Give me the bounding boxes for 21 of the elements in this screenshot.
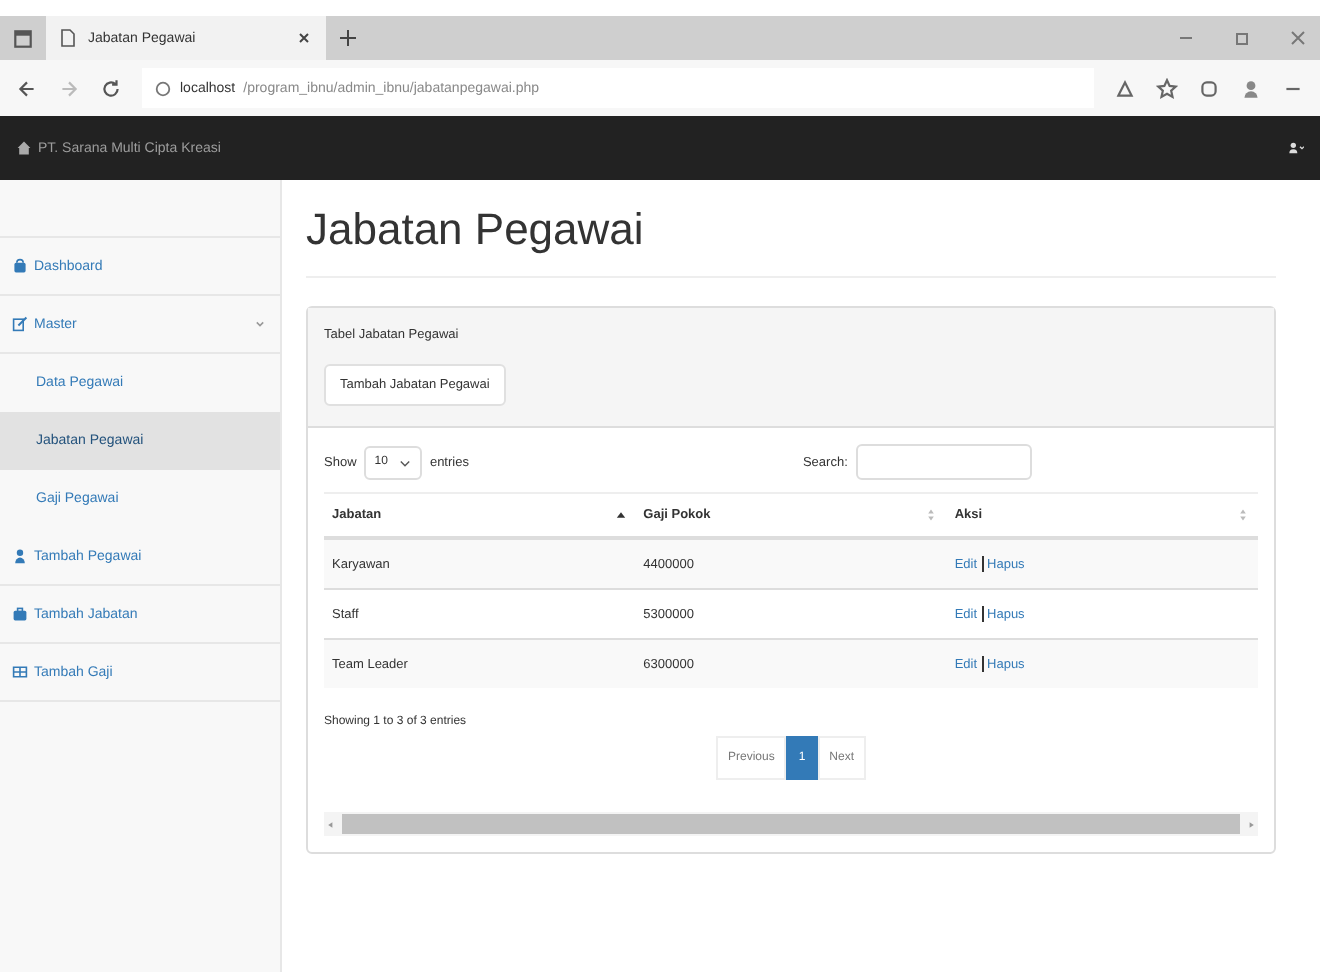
search-field[interactable] [855,444,1032,480]
user-icon [12,548,28,564]
restore-icon[interactable] [1232,28,1252,48]
briefcase-icon [12,606,28,622]
refresh-icon[interactable] [100,77,122,99]
tab-list-icon[interactable] [12,27,34,49]
home-icon [16,140,32,156]
scroll-left-icon[interactable] [324,817,338,831]
page-icon [58,28,78,48]
back-icon[interactable] [16,77,38,99]
close-icon[interactable] [294,28,314,48]
user-icon[interactable] [1288,140,1304,156]
horizontal-scrollbar[interactable] [324,812,1258,836]
star-icon[interactable] [1156,77,1178,99]
new-tab-icon[interactable] [338,28,358,48]
scroll-right-icon[interactable] [1244,817,1258,831]
profile-icon[interactable] [1240,77,1262,99]
page-title: Jabatan Pegawai [306,204,1276,278]
caret-icon [397,455,412,469]
table-icon [12,664,28,680]
edit-icon [12,316,28,332]
